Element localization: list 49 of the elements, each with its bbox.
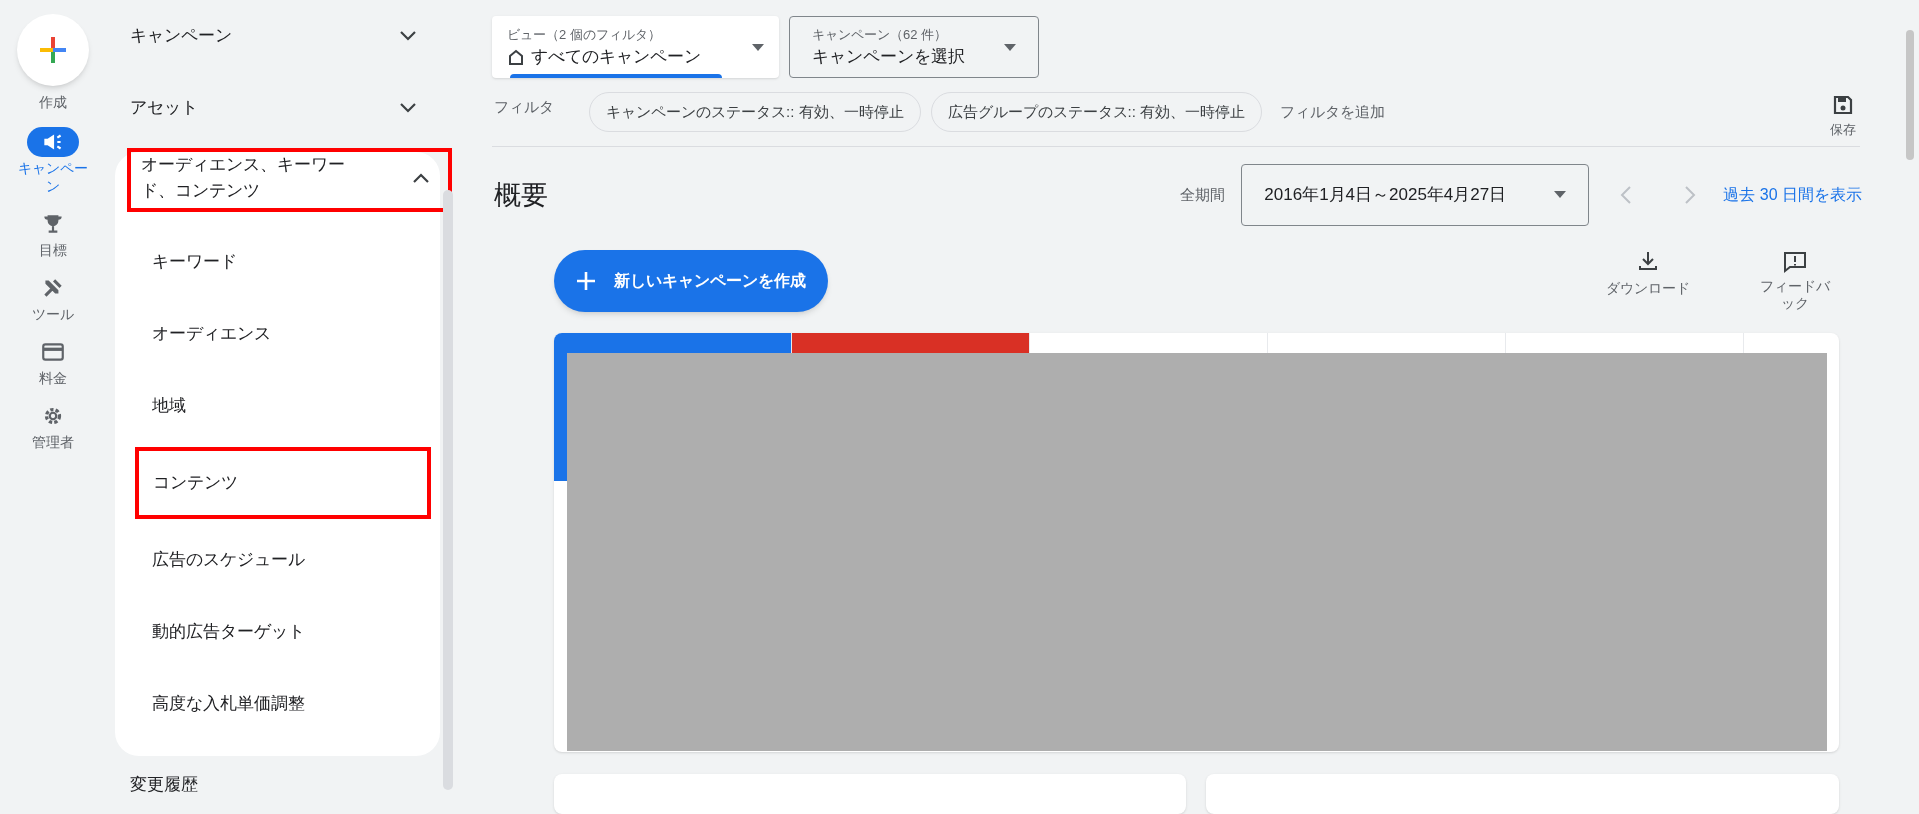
chevron-up-icon <box>412 172 430 184</box>
metric-tab[interactable] <box>1268 333 1506 354</box>
filter-label: フィルタ <box>493 96 555 117</box>
metric-tab[interactable] <box>554 333 792 354</box>
nav-item[interactable]: コンテンツ <box>135 447 431 519</box>
rail-item[interactable]: 料金 <box>7 337 98 387</box>
metric-tab[interactable] <box>1506 333 1744 354</box>
nav-item[interactable]: 変更履歴 <box>115 756 440 814</box>
nav-section[interactable]: アセット <box>115 72 440 144</box>
metric-tab[interactable] <box>792 333 1030 354</box>
show-last-30-days-link[interactable]: 過去 30 日間を表示 <box>1723 182 1862 207</box>
plus-icon <box>37 35 68 65</box>
nav-section[interactable]: オーディエンス、キーワード、コンテンツ <box>127 148 452 212</box>
date-range-dropdown[interactable]: 2016年1月4日～2025年4月27日 <box>1241 163 1590 226</box>
overview-title: 概要 <box>493 178 548 212</box>
rail-item[interactable]: キャンペーン <box>7 127 98 195</box>
nav-item[interactable]: オーディエンス <box>115 298 440 370</box>
period-label: 全期間 <box>1180 184 1226 205</box>
dropdown-arrow-icon <box>752 43 764 51</box>
save-icon <box>1832 94 1854 117</box>
new-campaign-button[interactable]: 新しいキャンペーンを作成 <box>554 250 828 313</box>
nav-section[interactable]: キャンペーン <box>115 0 440 72</box>
home-icon <box>507 47 525 66</box>
create-label: 作成 <box>38 93 67 112</box>
nav-item[interactable]: 動的広告ターゲット <box>115 596 440 668</box>
feedback-icon <box>1782 250 1808 275</box>
plus-icon <box>576 271 596 292</box>
chevron-right-icon <box>1684 184 1697 205</box>
save-button[interactable]: 保存 <box>1830 94 1856 140</box>
nav-item[interactable]: キーワード <box>115 226 440 298</box>
dropdown-arrow-icon <box>1004 43 1016 51</box>
rail-item[interactable]: ツール <box>7 273 98 323</box>
scrollbar-track[interactable] <box>443 190 453 790</box>
nav-item[interactable]: 高度な入札単価調整 <box>115 668 440 740</box>
nav-item[interactable]: 広告のスケジュール <box>115 524 440 596</box>
download-button[interactable]: ダウンロード <box>1598 250 1698 300</box>
metric-tab[interactable] <box>1030 333 1268 354</box>
add-filter-button[interactable]: フィルタを追加 <box>1280 100 1386 124</box>
dropdown-arrow-icon <box>1554 191 1567 199</box>
chevron-down-icon <box>399 30 417 42</box>
campaign-dropdown[interactable]: キャンペーン（62 件） キャンペーンを選択 <box>789 16 1039 78</box>
chevron-left-icon <box>1620 184 1633 205</box>
view-dropdown[interactable]: ビュー（2 個のフィルタ） すべてのキャンペーン <box>492 16 779 78</box>
feedback-button[interactable]: フィードバック <box>1750 250 1840 313</box>
download-icon <box>1637 250 1659 273</box>
chevron-down-icon <box>399 102 417 114</box>
rail-item[interactable]: 目標 <box>7 209 98 259</box>
rail-item[interactable]: 管理者 <box>7 401 98 451</box>
nav-item[interactable]: 地域 <box>115 370 440 442</box>
